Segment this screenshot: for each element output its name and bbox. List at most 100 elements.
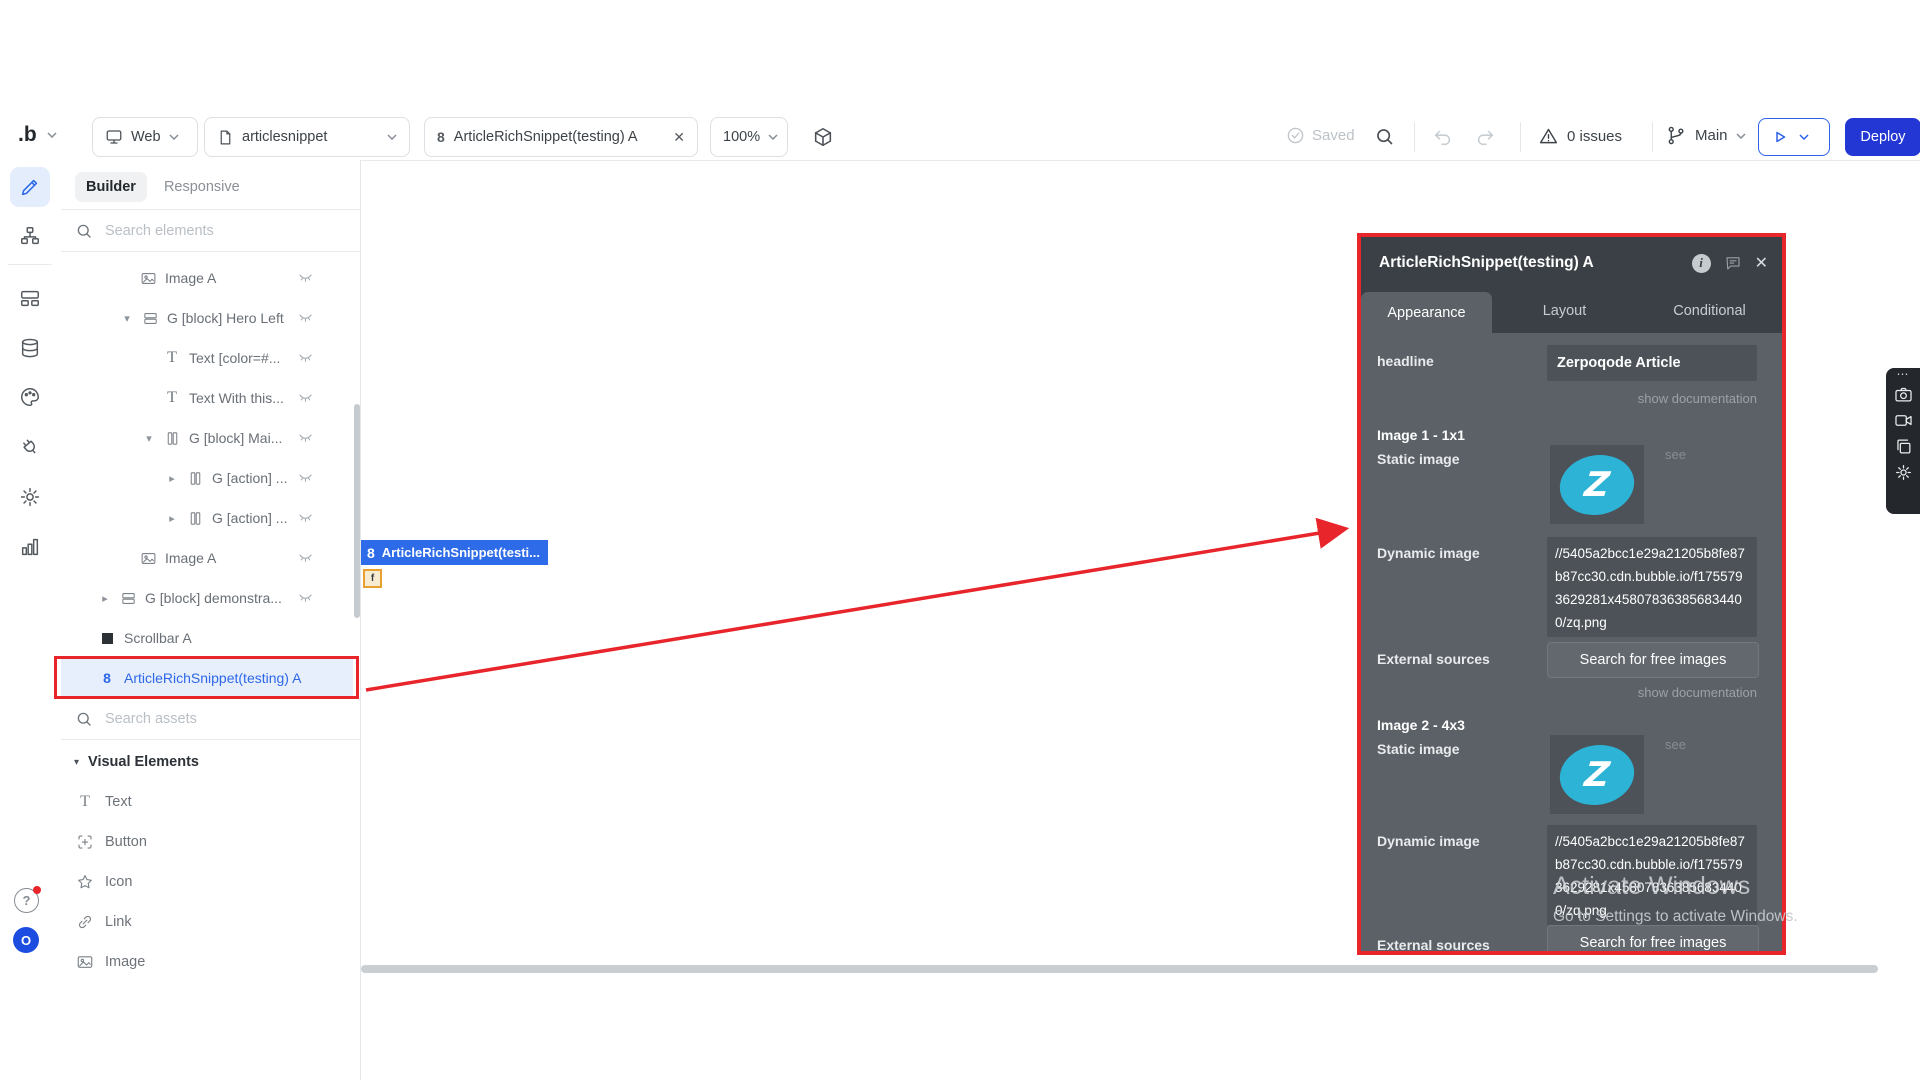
visual-elements-header[interactable]: ▾ Visual Elements — [61, 742, 360, 782]
rail-data-tab[interactable] — [10, 328, 50, 368]
info-icon[interactable]: i — [1692, 254, 1711, 273]
property-editor-header[interactable]: ArticleRichSnippet(testing) A i ✕ — [1361, 237, 1782, 289]
hide-eye-icon[interactable] — [298, 551, 313, 563]
palette-item-text[interactable]: T Text — [61, 782, 360, 822]
app-logo-menu[interactable]: .b — [18, 123, 57, 147]
rail-workflow-tab[interactable] — [10, 216, 50, 256]
caret-down-icon[interactable]: ▾ — [142, 432, 156, 445]
camera-icon[interactable] — [1894, 385, 1913, 404]
tree-row-demonstra[interactable]: ▸ G [block] demonstra... — [61, 578, 360, 618]
dynamic-image-input[interactable]: //5405a2bcc1e29a21205b8fe87b87cc30.cdn.b… — [1547, 537, 1757, 637]
hide-eye-icon[interactable] — [298, 591, 313, 603]
component-icon: 8 — [367, 545, 375, 561]
close-icon[interactable]: ✕ — [1755, 253, 1768, 273]
palette-item-button[interactable]: Button — [61, 822, 360, 862]
static-image-preview[interactable]: Z — [1550, 735, 1644, 814]
tree-row-image-a[interactable]: Image A — [61, 258, 360, 298]
preview-run-button[interactable] — [1758, 118, 1830, 156]
static-image-label: Static image — [1377, 741, 1459, 757]
rail-components-tab[interactable] — [10, 278, 50, 318]
show-documentation-link[interactable]: show documentation — [1547, 391, 1757, 406]
hide-eye-icon[interactable] — [298, 431, 313, 443]
preview-cube-icon[interactable] — [812, 126, 834, 148]
component-icon: 8 — [437, 129, 445, 145]
saved-label: Saved — [1312, 127, 1355, 144]
component-icon: 8 — [98, 670, 116, 686]
search-assets-input[interactable] — [103, 710, 307, 728]
video-camera-icon[interactable] — [1894, 411, 1913, 430]
search-free-images-button[interactable]: Search for free images — [1547, 925, 1759, 951]
more-dots-icon[interactable]: ⋯ — [1897, 370, 1910, 378]
search-free-images-button[interactable]: Search for free images — [1547, 642, 1759, 678]
tree-row-text-color[interactable]: T Text [color=#... — [61, 338, 360, 378]
search-icon[interactable] — [1374, 126, 1395, 147]
rail-plugins-tab[interactable] — [10, 427, 50, 467]
issues-indicator[interactable]: 0 issues — [1538, 126, 1622, 147]
see-link[interactable]: see — [1665, 447, 1686, 462]
rail-design-tab[interactable] — [10, 167, 50, 207]
elements-panel-scrollbar[interactable] — [354, 404, 360, 618]
headline-input[interactable]: Zerpoqode Article — [1547, 345, 1757, 381]
chevron-down-icon — [47, 132, 57, 138]
chevron-down-icon — [1736, 133, 1746, 139]
tab-builder[interactable]: Builder — [75, 172, 147, 202]
page-dropdown[interactable]: articlesnippet — [204, 117, 410, 157]
palette-item-icon[interactable]: Icon — [61, 862, 360, 902]
static-image-preview[interactable]: Z — [1550, 445, 1644, 524]
image2-section-label: Image 2 - 4x3 — [1377, 717, 1465, 733]
image1-section-label: Image 1 - 1x1 — [1377, 427, 1465, 443]
tree-row-image-a2[interactable]: Image A — [61, 538, 360, 578]
platform-dropdown[interactable]: Web — [92, 117, 198, 157]
palette-item-link[interactable]: Link — [61, 902, 360, 942]
hide-eye-icon[interactable] — [298, 351, 313, 363]
caret-down-icon[interactable]: ▾ — [120, 312, 134, 325]
rail-styles-tab[interactable] — [10, 377, 50, 417]
copy-windows-icon[interactable] — [1894, 437, 1913, 456]
gear-icon[interactable] — [1894, 463, 1913, 482]
canvas-selected-element-label[interactable]: 8 ArticleRichSnippet(testi... — [361, 540, 548, 565]
hide-eye-icon[interactable] — [298, 311, 313, 323]
canvas-horizontal-scrollbar[interactable] — [361, 965, 1878, 973]
tab-conditional[interactable]: Conditional — [1637, 289, 1782, 333]
deploy-button[interactable]: Deploy — [1845, 118, 1920, 156]
open-element-tab[interactable]: 8 ArticleRichSnippet(testing) A ✕ — [424, 117, 698, 157]
hide-eye-icon[interactable] — [298, 271, 313, 283]
branch-dropdown[interactable]: Main — [1666, 125, 1746, 146]
palette-item-image[interactable]: Image — [61, 942, 360, 982]
zoom-dropdown[interactable]: 100% — [710, 117, 788, 157]
tab-appearance[interactable]: Appearance — [1361, 292, 1492, 333]
tree-row-articlerichsnippet[interactable]: 8 ArticleRichSnippet(testing) A — [61, 658, 360, 698]
caret-right-icon[interactable]: ▸ — [98, 592, 112, 605]
zoom-level: 100% — [723, 129, 760, 145]
show-documentation-link[interactable]: show documentation — [1547, 685, 1757, 700]
hide-eye-icon[interactable] — [298, 511, 313, 523]
see-link[interactable]: see — [1665, 737, 1686, 752]
tree-row-action-1[interactable]: ▸ G [action] ... — [61, 458, 360, 498]
hide-eye-icon[interactable] — [298, 391, 313, 403]
rail-settings-tab[interactable] — [10, 477, 50, 517]
group-columns-icon — [187, 510, 204, 527]
help-button[interactable]: ? — [14, 888, 39, 913]
comment-icon[interactable] — [1724, 254, 1742, 272]
left-rail: ? O — [0, 160, 62, 1080]
search-assets-row — [61, 698, 360, 740]
hide-eye-icon[interactable] — [298, 471, 313, 483]
tree-row-scrollbar[interactable]: Scrollbar A — [61, 618, 360, 658]
tree-row-block-mai[interactable]: ▾ G [block] Mai... — [61, 418, 360, 458]
redo-icon[interactable] — [1474, 126, 1496, 148]
tree-row-action-2[interactable]: ▸ G [action] ... — [61, 498, 360, 538]
close-tab-icon[interactable]: ✕ — [673, 129, 685, 146]
rail-logs-tab[interactable] — [10, 527, 50, 567]
undo-icon[interactable] — [1432, 126, 1454, 148]
tab-layout[interactable]: Layout — [1492, 289, 1637, 333]
tab-responsive[interactable]: Responsive — [153, 172, 251, 202]
tree-row-text-with[interactable]: T Text With this... — [61, 378, 360, 418]
components-icon — [19, 287, 41, 309]
caret-right-icon[interactable]: ▸ — [165, 472, 179, 485]
chat-bubble-button[interactable]: O — [13, 927, 39, 953]
property-editor-tabs: Appearance Layout Conditional — [1361, 289, 1782, 333]
caret-right-icon[interactable]: ▸ — [165, 512, 179, 525]
tree-row-hero-left[interactable]: ▾ G [block] Hero Left — [61, 298, 360, 338]
search-elements-input[interactable] — [103, 222, 307, 240]
property-editor: ArticleRichSnippet(testing) A i ✕ Appear… — [1357, 233, 1786, 955]
